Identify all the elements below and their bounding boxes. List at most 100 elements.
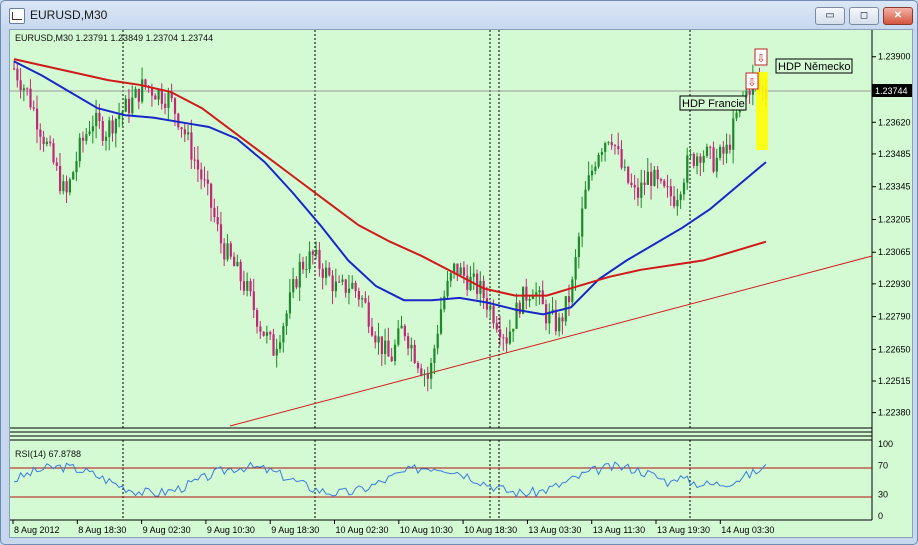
price-chart[interactable]: ⇩ ⇩ EURUSD,M30 1.23791 1.23849 1.23704 1…: [10, 30, 912, 537]
time-tick-label: 13 Aug 03:30: [528, 525, 581, 535]
candle-body: [127, 98, 131, 114]
candle-body: [242, 281, 246, 291]
candle-body: [696, 156, 699, 166]
candle-body: [331, 275, 334, 292]
candle-body: [29, 88, 32, 108]
candle-body: [623, 166, 626, 168]
candle-body: [390, 356, 393, 362]
candle-body: [531, 296, 535, 299]
candle-body: [515, 302, 518, 329]
candle-body: [229, 243, 232, 257]
candle-body: [298, 261, 301, 288]
candle-body: [252, 291, 255, 310]
candle-body: [581, 208, 584, 237]
candle-body: [374, 335, 377, 343]
minimize-button[interactable]: ▭: [815, 7, 845, 25]
candle-body: [643, 182, 646, 185]
candle-body: [426, 373, 429, 379]
candle-body: [653, 169, 656, 186]
candle-body: [604, 143, 607, 152]
candle-body: [95, 112, 98, 127]
time-tick-label: 13 Aug 11:30: [593, 525, 645, 535]
candle-body: [85, 134, 88, 141]
candle-body: [200, 169, 203, 180]
candle-body: [118, 115, 121, 120]
candle-body: [351, 282, 354, 289]
candle-body: [259, 326, 262, 332]
candle-body: [512, 328, 515, 332]
candle-body: [377, 336, 380, 343]
candle-body: [472, 273, 475, 277]
candle-body: [518, 302, 521, 314]
candle-body: [269, 332, 272, 335]
candle-body: [32, 107, 35, 109]
candle-body: [594, 166, 597, 171]
candle-body: [469, 276, 472, 290]
candle-body: [702, 155, 705, 163]
title-bar[interactable]: EURUSD,M30 ▭ ◻ ✕: [1, 1, 917, 29]
moving-average-slow: [13, 58, 767, 297]
candle-body: [597, 154, 600, 167]
candle-body: [538, 290, 541, 293]
candle-body: [58, 165, 62, 192]
candle-body: [423, 373, 426, 376]
time-tick-label: 14 Aug 03:30: [721, 525, 774, 535]
candle-body: [164, 103, 167, 108]
price-tick-label: 1.22380: [878, 408, 911, 418]
rsi-tick-label: 0: [878, 511, 883, 521]
candle-body: [114, 119, 117, 134]
candle-body: [466, 275, 469, 290]
candle-body: [111, 120, 114, 134]
candle-body: [193, 159, 196, 161]
candle-body: [567, 296, 571, 303]
annotation-hdp-francie[interactable]: HDP Francie: [682, 98, 745, 110]
candle-body: [407, 336, 410, 349]
candle-body: [627, 166, 630, 183]
candle-body: [308, 251, 311, 270]
candle-body: [403, 325, 406, 337]
candle-body: [131, 97, 134, 114]
candle-body: [620, 149, 623, 168]
rsi-line: [13, 461, 767, 498]
candle-body: [19, 80, 22, 91]
rsi-tick-label: 30: [878, 489, 888, 499]
candle-body: [712, 147, 715, 172]
candle-body: [669, 186, 672, 197]
candle-body: [104, 136, 108, 141]
svg-text:⇩: ⇩: [747, 77, 756, 89]
candle-body: [673, 196, 676, 207]
chart-area[interactable]: ⇩ ⇩ EURUSD,M30 1.23791 1.23849 1.23704 1…: [9, 29, 913, 538]
price-tick-label: 1.22790: [878, 312, 911, 322]
candle-body: [384, 340, 387, 355]
candle-body: [91, 126, 95, 132]
price-axis: 1.239001.237601.236201.234851.233451.232…: [872, 52, 911, 418]
candle-body: [495, 323, 498, 330]
time-tick-label: 10 Aug 18:30: [464, 525, 517, 535]
candle-body: [187, 132, 190, 135]
candle-body: [88, 131, 91, 135]
candle-body: [666, 186, 669, 188]
candle-body: [587, 175, 590, 190]
candle-body: [584, 189, 587, 209]
candle-body: [347, 288, 351, 293]
candle-body: [68, 179, 72, 193]
candle-body: [633, 185, 636, 188]
close-button[interactable]: ✕: [883, 7, 913, 25]
candle-body: [154, 95, 157, 100]
candle-body: [45, 141, 49, 145]
candle-body: [682, 182, 686, 195]
candle-body: [732, 118, 735, 150]
price-tick-label: 1.23900: [878, 52, 911, 62]
candle-body: [246, 280, 249, 291]
candle-body: [705, 146, 709, 156]
chart-header: EURUSD,M30 1.23791 1.23849 1.23704 1.237…: [15, 33, 213, 43]
candle-body: [646, 171, 649, 185]
candle-body: [288, 292, 292, 314]
restore-button[interactable]: ◻: [849, 7, 879, 25]
rsi-label: RSI(14) 67.8788: [15, 449, 81, 459]
annotation-hdp-nemecko[interactable]: HDP Německo: [778, 61, 851, 73]
candle-body: [321, 268, 324, 278]
candle-body: [610, 142, 613, 146]
time-tick-label: 13 Aug 19:30: [657, 525, 710, 535]
candle-body: [282, 326, 285, 343]
